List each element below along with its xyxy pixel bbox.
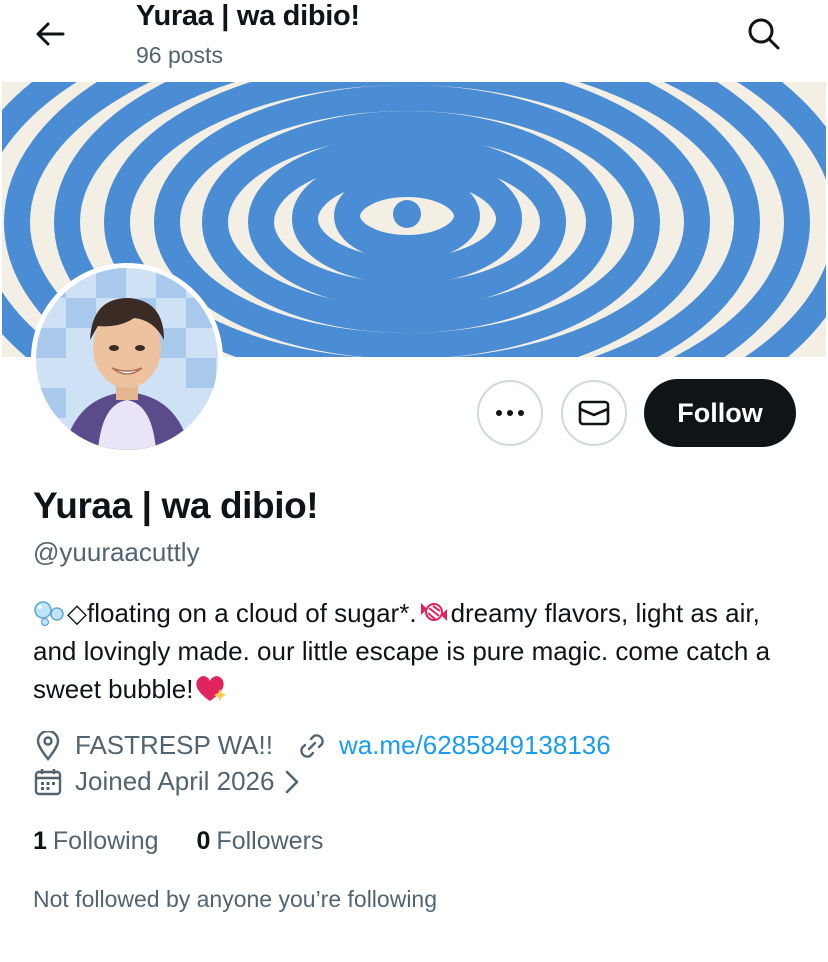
not-followed-note: Not followed by anyone you’re following (33, 886, 438, 912)
link-icon (297, 731, 327, 761)
profile-handle: @yuuraacuttly (33, 537, 200, 567)
followers-count: 0 (196, 827, 211, 855)
sparkling-heart-emoji-icon (196, 676, 227, 701)
profile-joined-date: Joined April 2026 (75, 766, 275, 796)
back-button[interactable] (28, 14, 72, 54)
arrow-left-icon (36, 22, 65, 46)
top-bar: Yuraa | wa dibio! 96 posts (0, 0, 828, 82)
follow-stats: 1 Following 0 Followers (33, 827, 323, 856)
profile-link-text[interactable]: wa.me/6285849138136 (339, 730, 611, 761)
bio-text-part-1: ◇floating on a cloud of sugar*. (67, 598, 417, 628)
followers-label: Followers (216, 827, 324, 855)
envelope-icon (578, 400, 610, 426)
search-button[interactable] (742, 12, 786, 56)
follow-button[interactable]: Follow (644, 379, 796, 447)
following-count: 1 (33, 827, 47, 855)
followers-stat[interactable]: 0 Followers (197, 827, 324, 856)
profile-location: FASTRESP WA!! (75, 730, 273, 760)
chevron-right-icon[interactable] (284, 769, 300, 795)
location-pin-icon (33, 730, 63, 761)
following-label: Following (52, 827, 159, 855)
posts-count: 96 posts (136, 42, 223, 68)
header-title: Yuraa | wa dibio! (136, 0, 360, 32)
candy-emoji-icon (420, 603, 447, 621)
following-stat[interactable]: 1 Following (33, 827, 159, 856)
profile-meta-row: FASTRESP WA!! wa.me/6285849138136 (33, 730, 611, 761)
more-options-button[interactable] (477, 380, 543, 446)
profile-bio: ◇floating on a cloud of sugar*. dreamy f… (33, 594, 803, 708)
profile-link[interactable]: wa.me/6285849138136 (297, 730, 611, 761)
profile-avatar[interactable] (31, 263, 223, 455)
profile-joined-row: Joined April 2026 (33, 766, 300, 797)
search-icon (748, 18, 780, 50)
bubbles-emoji-icon (34, 601, 64, 627)
avatar-photo (36, 268, 218, 450)
profile-name: Yuraa | wa dibio! (33, 485, 319, 526)
message-button[interactable] (561, 380, 627, 446)
calendar-icon (33, 767, 63, 797)
more-dots-icon (496, 410, 524, 416)
